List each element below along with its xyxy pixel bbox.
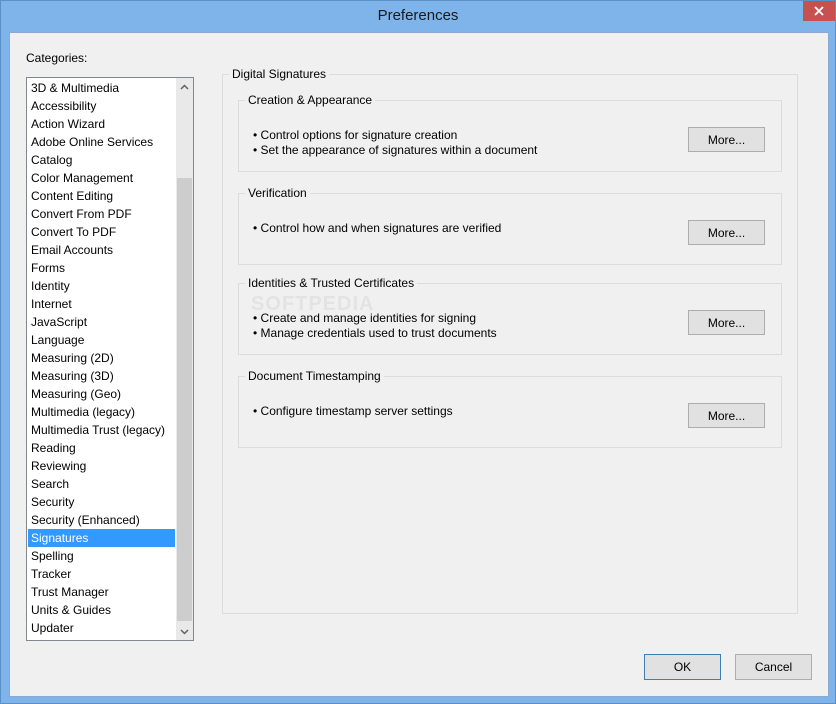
ok-button[interactable]: OK (644, 654, 721, 680)
group-title: Verification (245, 186, 310, 200)
category-item[interactable]: Search (28, 475, 175, 493)
group-title: Identities & Trusted Certificates (245, 276, 418, 290)
cancel-button[interactable]: Cancel (735, 654, 812, 680)
creation-more-button[interactable]: More... (688, 127, 765, 152)
category-item[interactable]: Multimedia Trust (legacy) (28, 421, 175, 439)
categories-list[interactable]: 3D & Multimedia Accessibility Action Wizar… (26, 77, 194, 641)
creation-appearance-group: Creation & Appearance • Control options … (238, 93, 782, 172)
bullet-text: • Create and manage identities for signi… (253, 311, 477, 325)
preferences-window: Preferences Categories: 3D & Multimedia A… (0, 0, 836, 704)
category-item[interactable]: Reading (28, 439, 175, 457)
category-item[interactable]: Measuring (Geo) (28, 385, 175, 403)
identities-group: Identities & Trusted Certificates • Crea… (238, 276, 782, 355)
identities-more-button[interactable]: More... (688, 310, 765, 335)
category-item[interactable]: Multimedia (legacy) (28, 403, 175, 421)
category-item[interactable]: Units & Guides (28, 601, 175, 619)
verification-group: Verification • Control how and when sign… (238, 186, 782, 265)
category-item[interactable]: Internet (28, 295, 175, 313)
category-item[interactable]: Updater (28, 619, 175, 637)
category-item[interactable]: Accessibility (28, 97, 175, 115)
chevron-up-icon (180, 83, 189, 90)
close-button[interactable] (803, 1, 835, 21)
scroll-thumb[interactable] (177, 178, 192, 621)
title-bar[interactable]: Preferences (1, 1, 835, 32)
category-item[interactable]: Action Wizard (28, 115, 175, 133)
category-item[interactable]: Color Management (28, 169, 175, 187)
category-item[interactable]: Catalog (28, 151, 175, 169)
category-item[interactable]: Email Accounts (28, 241, 175, 259)
panel-title: Digital Signatures (229, 67, 330, 81)
category-item[interactable]: Language (28, 331, 175, 349)
scroll-up-button[interactable] (176, 78, 193, 95)
bullet-text: • Control how and when signatures are ve… (253, 221, 502, 235)
category-item[interactable]: Trust Manager (28, 583, 175, 601)
category-item[interactable]: Spelling (28, 547, 175, 565)
timestamping-group: Document Timestamping • Configure timest… (238, 369, 782, 448)
category-item[interactable]: Tracker (28, 565, 175, 583)
category-item[interactable]: Forms (28, 259, 175, 277)
digital-signatures-panel: Digital Signatures SOFTPEDIA Creation & … (222, 67, 798, 614)
window-title: Preferences (377, 7, 459, 24)
categories-label: Categories: (26, 51, 88, 65)
category-item[interactable]: JavaScript (28, 313, 175, 331)
categories-scrollbar[interactable] (176, 78, 193, 640)
category-item[interactable]: 3D & Multimedia (28, 79, 175, 97)
bullet-text: • Manage credentials used to trust docum… (253, 326, 497, 340)
category-item[interactable]: Convert From PDF (28, 205, 175, 223)
category-item[interactable]: Security (Enhanced) (28, 511, 175, 529)
category-item[interactable]: Convert To PDF (28, 223, 175, 241)
group-title: Creation & Appearance (245, 93, 376, 107)
bullet-text: • Set the appearance of signatures withi… (253, 143, 538, 157)
chevron-down-icon (180, 628, 189, 635)
category-item[interactable]: Adobe Online Services (28, 133, 175, 151)
timestamping-more-button[interactable]: More... (688, 403, 765, 428)
bullet-text: • Configure timestamp server settings (253, 404, 453, 418)
category-item[interactable]: Identity (28, 277, 175, 295)
bullet-text: • Control options for signature creation (253, 128, 458, 142)
verification-more-button[interactable]: More... (688, 220, 765, 245)
category-item[interactable]: Measuring (2D) (28, 349, 175, 367)
scroll-down-button[interactable] (176, 623, 193, 640)
dialog-body: Categories: 3D & Multimedia Accessibility… (9, 32, 829, 697)
categories-items: 3D & Multimedia Accessibility Action Wizar… (28, 79, 175, 637)
category-item[interactable]: Signatures (28, 529, 175, 547)
group-title: Document Timestamping (245, 369, 384, 383)
category-item[interactable]: Security (28, 493, 175, 511)
close-icon (814, 6, 824, 16)
category-item[interactable]: Content Editing (28, 187, 175, 205)
category-item[interactable]: Reviewing (28, 457, 175, 475)
category-item[interactable]: Measuring (3D) (28, 367, 175, 385)
